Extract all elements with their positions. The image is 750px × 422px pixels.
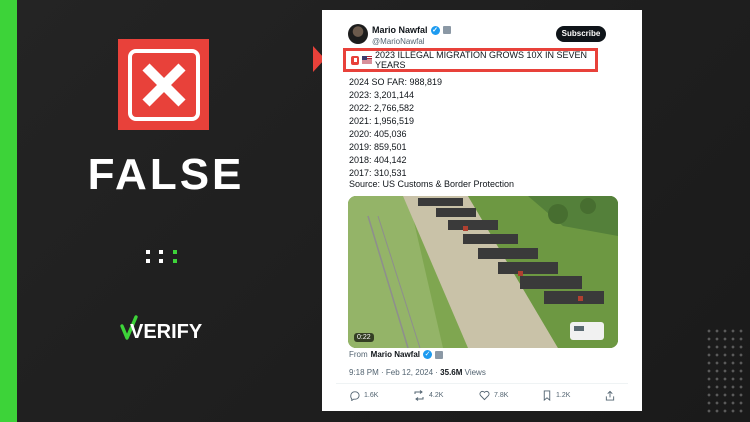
tweet-card: Mario Nawfal ✓ @MarioNawfal Subscribe 20… (322, 10, 642, 411)
stat-line: 2022: 2,766,582 (349, 103, 415, 113)
us-flag-icon (362, 56, 372, 64)
views-label: Views (462, 368, 486, 377)
video-attribution: From Mario Nawfal ✓ (349, 350, 444, 359)
stat-line: 2018: 404,142 (349, 155, 407, 165)
action-bar: 1.6K 4.2K 7.8K 1.2K (349, 390, 619, 404)
like-count: 7.8K (494, 392, 509, 399)
heart-icon (479, 390, 490, 401)
from-author[interactable]: Mario Nawfal (371, 350, 420, 359)
from-prefix: From (349, 350, 368, 359)
stat-line: 2023: 3,201,144 (349, 90, 415, 100)
divider (336, 383, 628, 384)
video-duration: 0:22 (354, 333, 374, 342)
share-button[interactable] (605, 390, 615, 401)
like-button[interactable]: 7.8K (479, 390, 508, 401)
affiliation-badge-icon (435, 350, 444, 359)
repost-button[interactable]: 4.2K (413, 390, 443, 401)
false-verdict-icon (118, 39, 209, 130)
fact-check-graphic: FALSE VERIFY Mario Nawfal ✓ @MarioNawfal… (0, 0, 750, 422)
source-line: Source: US Customs & Border Protection (349, 179, 515, 189)
headline-text: 2023 ILLEGAL MIGRATION GROWS 10X IN SEVE… (374, 50, 588, 70)
bookmark-button[interactable]: 1.2K (542, 390, 570, 401)
verified-badge-icon: ✓ (430, 25, 440, 35)
dot-pattern (705, 327, 745, 417)
video-player[interactable]: 0:22 (348, 196, 618, 348)
stat-line: 2019: 859,501 (349, 142, 407, 152)
close-icon (127, 48, 200, 121)
share-icon (605, 390, 615, 401)
views-count: 35.6M (440, 368, 463, 377)
highlighted-headline: 2023 ILLEGAL MIGRATION GROWS 10X IN SEVE… (343, 48, 598, 72)
stat-line: 2021: 1,956,519 (349, 116, 415, 126)
verdict-label: FALSE (87, 150, 245, 199)
stat-line: 2020: 405,036 (349, 129, 407, 139)
reply-icon (350, 391, 360, 401)
timestamp[interactable]: 9:18 PM · Feb 12, 2024 · (349, 368, 440, 377)
author-handle[interactable]: @MarioNawfal (372, 37, 425, 46)
reply-count: 1.6K (364, 392, 379, 399)
bookmark-count: 1.2K (556, 392, 571, 399)
verified-badge-icon: ✓ (423, 350, 433, 359)
stat-line: 2024 SO FAR: 988,819 (349, 77, 443, 87)
video-thumbnail (348, 196, 618, 348)
affiliation-badge-icon (442, 26, 451, 34)
author-name-row: Mario Nawfal ✓ (372, 25, 451, 35)
subscribe-button[interactable]: Subscribe (556, 26, 606, 42)
alert-emoji-icon (351, 55, 360, 65)
loading-dots-icon (146, 248, 180, 264)
author-name[interactable]: Mario Nawfal (372, 25, 428, 35)
avatar[interactable] (348, 24, 368, 44)
bookmark-icon (543, 390, 551, 401)
verify-logo: VERIFY (120, 314, 203, 343)
verify-logo-text: VERIFY (130, 321, 202, 342)
repost-icon (414, 390, 424, 401)
reply-button[interactable]: 1.6K (349, 390, 378, 401)
accent-bar (0, 0, 17, 422)
repost-count: 4.2K (429, 392, 444, 399)
tweet-meta: 9:18 PM · Feb 12, 2024 · 35.6M Views (349, 368, 486, 377)
stats-list: 2024 SO FAR: 988,819 2023: 3,201,144 202… (349, 76, 442, 180)
